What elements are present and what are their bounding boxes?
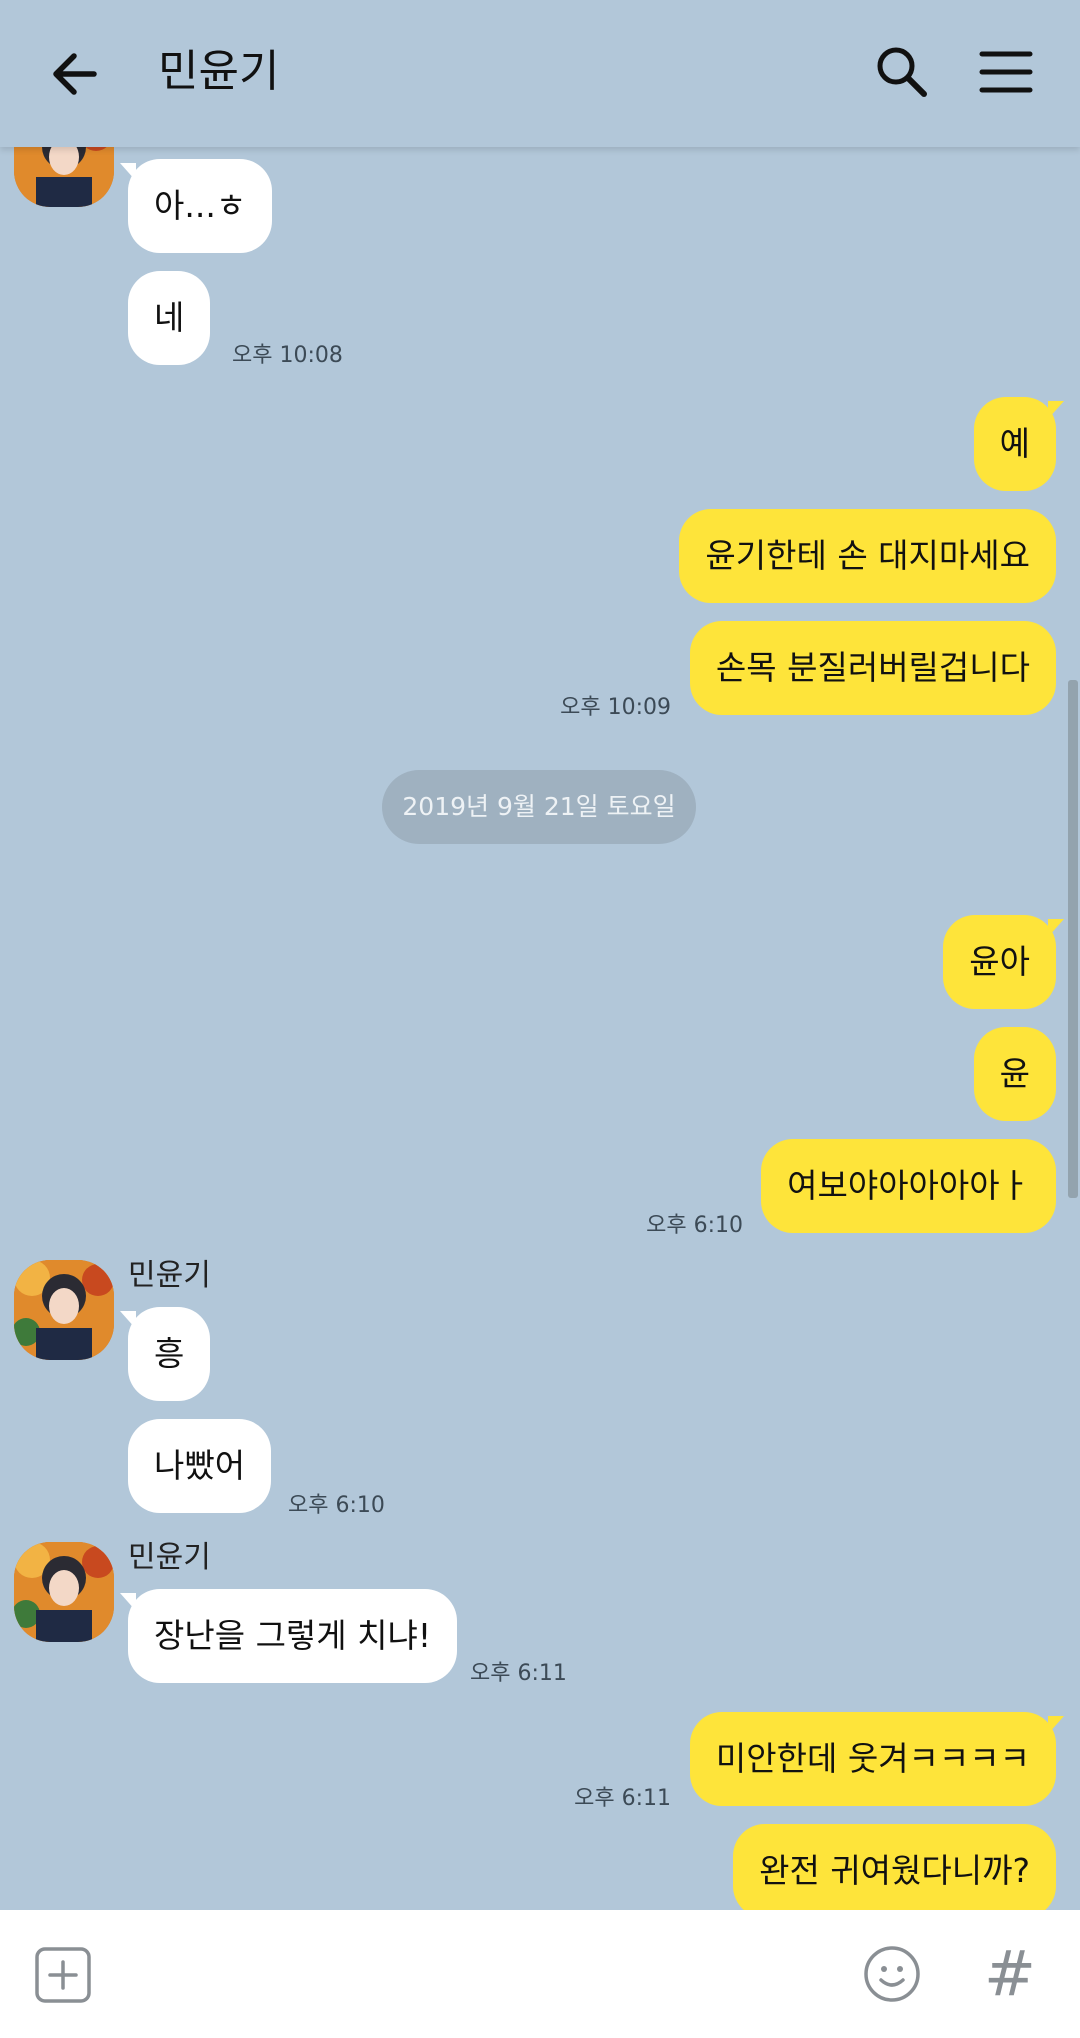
message-bubble-incoming[interactable]: 아...ㅎ: [119, 159, 273, 253]
message-bubble-outgoing[interactable]: 윤: [973, 1027, 1056, 1121]
hamburger-menu-icon[interactable]: [974, 40, 1038, 104]
sender-name: 민윤기: [128, 1540, 211, 1575]
date-divider: 2019년 9월 21일 토요일: [382, 770, 696, 844]
message-bubble-incoming[interactable]: 장난을 그렇게 치냐!: [119, 1589, 458, 1683]
message-bubble-incoming[interactable]: 흥: [119, 1307, 211, 1401]
message-bubble-outgoing[interactable]: 여보야아아아아ㅏ: [761, 1139, 1056, 1233]
message-bubble-outgoing[interactable]: 예: [973, 397, 1065, 491]
search-icon[interactable]: [870, 40, 934, 104]
message-timestamp: 오후 10:08: [232, 343, 343, 368]
message-timestamp: 오후 6:10: [288, 1493, 385, 1518]
message-timestamp: 오후 6:11: [574, 1786, 671, 1811]
sender-name: 민윤기: [128, 1258, 211, 1293]
message-bubble-outgoing[interactable]: 손목 분질러버릴겁니다: [689, 621, 1056, 715]
hashtag-icon[interactable]: #: [980, 1936, 1040, 2012]
message-list[interactable]: 아...ㅎ 네 오후 10:08 예 윤기한테 손 대지마세요 손목 분질러버릴…: [0, 147, 1080, 1910]
scrollbar[interactable]: [1068, 680, 1078, 1198]
avatar[interactable]: [14, 1542, 114, 1642]
message-timestamp: 오후 10:09: [560, 695, 671, 720]
message-timestamp: 오후 6:10: [646, 1213, 743, 1238]
message-bubble-incoming[interactable]: 네: [128, 271, 211, 365]
message-bubble-incoming[interactable]: 나빴어: [128, 1419, 272, 1513]
avatar[interactable]: [14, 1260, 114, 1360]
back-arrow-icon[interactable]: [44, 42, 108, 106]
message-bubble-outgoing[interactable]: 윤아: [943, 915, 1064, 1009]
plus-square-icon[interactable]: [34, 1946, 92, 2004]
input-bar: #: [0, 1910, 1080, 2038]
chat-screen: 민윤기 아...ㅎ 네 오후 10:08 예 윤기한테 손 대지마세요 손목 분…: [0, 0, 1080, 2038]
smiley-icon[interactable]: [862, 1944, 922, 2004]
page-title: 민윤기: [158, 46, 280, 97]
chat-header: 민윤기: [0, 0, 1080, 147]
message-bubble-outgoing[interactable]: 완전 귀여웠다니까?: [733, 1824, 1056, 1910]
avatar[interactable]: [14, 147, 114, 207]
message-bubble-outgoing[interactable]: 윤기한테 손 대지마세요: [679, 509, 1056, 603]
message-timestamp: 오후 6:11: [470, 1661, 567, 1686]
message-bubble-outgoing[interactable]: 미안한데 웃겨ㅋㅋㅋㅋ: [689, 1712, 1065, 1806]
